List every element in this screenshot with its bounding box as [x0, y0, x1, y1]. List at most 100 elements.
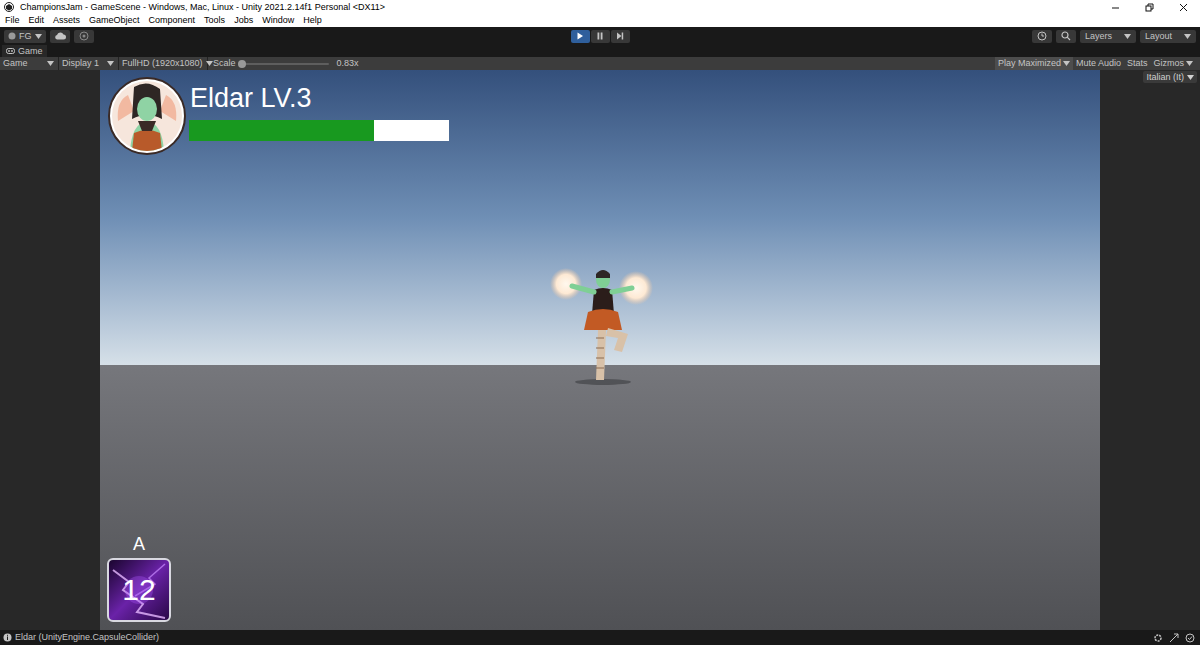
letterbox-left	[0, 70, 100, 630]
skill-cooldown: 12	[122, 575, 155, 605]
caret-icon	[1187, 75, 1194, 80]
cloud-button[interactable]	[50, 30, 70, 43]
tab-label: Game	[18, 47, 43, 56]
display-dropdown-label: Display 1	[62, 59, 99, 68]
portrait-image-icon	[112, 81, 182, 151]
scale-slider-knob[interactable]	[238, 60, 246, 68]
account-label: FG	[19, 32, 32, 41]
status-message: Eldar (UnityEngine.CapsuleCollider)	[15, 633, 159, 642]
ground	[100, 365, 1100, 630]
caret-icon	[47, 61, 54, 66]
health-bar-fill	[189, 120, 374, 141]
playback-button[interactable]	[611, 30, 630, 43]
layers-label: Layers	[1085, 32, 1112, 41]
layers-dropdown[interactable]: Layers	[1080, 30, 1136, 43]
tab-strip: Game	[0, 45, 1200, 57]
view-dropdown[interactable]: Game	[3, 57, 59, 70]
caret-icon	[107, 61, 114, 66]
playback-button[interactable]	[591, 30, 610, 43]
check-icon	[1185, 633, 1195, 643]
player-portrait	[108, 77, 186, 155]
menu-item[interactable]: GameObject	[89, 16, 140, 25]
layout-dropdown[interactable]: Layout	[1140, 30, 1196, 43]
menu-item[interactable]: Assets	[53, 16, 80, 25]
collab-button[interactable]	[74, 30, 94, 43]
skill-bar: A 12	[107, 534, 171, 622]
menu-item[interactable]: Window	[262, 16, 294, 25]
toggle-button[interactable]: Play Maximized	[995, 57, 1073, 70]
toggle-button[interactable]: Gizmos	[1150, 57, 1196, 70]
player-name: Eldar LV.3	[190, 84, 312, 114]
playback-button[interactable]	[571, 30, 590, 43]
pause-icon	[596, 32, 604, 40]
game-toolbar: Game Display 1 FullHD (1920x1080) Scale 0.83…	[0, 57, 1200, 70]
toggle-label: Stats	[1127, 59, 1148, 68]
caret-icon	[1124, 34, 1131, 39]
resolution-dropdown[interactable]: FullHD (1920x1080)	[119, 57, 208, 70]
menu-item[interactable]: Tools	[204, 16, 225, 25]
search-icon	[1061, 31, 1071, 41]
toggle-label: Mute Audio	[1076, 59, 1121, 68]
letterbox-right: Italian (It)	[1100, 70, 1200, 630]
account-dropdown[interactable]: FG	[4, 30, 46, 43]
history-icon	[1037, 31, 1047, 41]
caret-icon	[1186, 61, 1193, 66]
gamepad-icon	[6, 48, 15, 54]
step-icon	[616, 32, 624, 40]
toolbar-right: Layers Layout	[630, 30, 1197, 43]
caret-icon	[206, 61, 213, 66]
tab[interactable]: Game	[2, 45, 47, 57]
language-dropdown[interactable]: Italian (It)	[1143, 71, 1197, 83]
progress-icon	[1153, 633, 1163, 643]
status-icons	[1153, 633, 1197, 643]
layout-label: Layout	[1145, 32, 1172, 41]
info-icon	[3, 633, 12, 642]
search-button[interactable]	[1056, 30, 1076, 43]
game-area: Eldar LV.3 A 12 Italian (It)	[0, 70, 1200, 630]
main-toolbar: FG Layers Layout	[0, 27, 1200, 45]
close-icon	[1166, 0, 1200, 14]
playback-controls	[571, 30, 630, 43]
scale-label: Scale	[213, 59, 236, 68]
menu-item[interactable]: Help	[303, 16, 322, 25]
minimize-icon	[1098, 0, 1132, 14]
menu-item[interactable]: Component	[149, 16, 196, 25]
game-viewport: Eldar LV.3 A 12	[100, 70, 1100, 630]
skill-key: A	[133, 534, 145, 558]
caret-icon	[35, 34, 42, 39]
account-icon	[8, 32, 16, 40]
skill-slot: A 12	[107, 534, 171, 622]
play-icon	[576, 32, 584, 40]
language-label: Italian (It)	[1146, 73, 1184, 82]
caret-icon	[1184, 34, 1191, 39]
resolution-dropdown-label: FullHD (1920x1080)	[122, 59, 203, 68]
window-controls	[1098, 0, 1200, 14]
status-bar: Eldar (UnityEngine.CapsuleCollider)	[0, 630, 1200, 645]
scale-reading: 0.83x	[334, 59, 359, 68]
menu-bar: File Edit Assets GameObject Component Tools Jo…	[0, 14, 1200, 27]
toggle-button[interactable]: Stats	[1124, 57, 1151, 70]
window-title: ChampionsJam - GameScene - Windows, Mac,…	[20, 3, 385, 12]
toolbar-left: FG	[4, 30, 571, 43]
debug-icon	[1169, 633, 1179, 643]
toggle-label: Play Maximized	[998, 59, 1061, 68]
menu-item[interactable]: File	[5, 16, 20, 25]
unity-logo-icon	[4, 2, 16, 12]
title-bar: ChampionsJam - GameScene - Windows, Mac,…	[0, 0, 1200, 14]
collab-icon	[79, 31, 89, 41]
undo-history-button[interactable]	[1032, 30, 1052, 43]
scale-control: Scale 0.83x	[208, 59, 359, 68]
caret-icon	[1063, 61, 1070, 66]
menu-item[interactable]: Edit	[29, 16, 45, 25]
toggle-button[interactable]: Mute Audio	[1073, 57, 1124, 70]
display-dropdown[interactable]: Display 1	[59, 57, 119, 70]
toggle-label: Gizmos	[1153, 59, 1184, 68]
cloud-icon	[54, 32, 66, 40]
menu-item[interactable]: Jobs	[234, 16, 253, 25]
scale-slider-track[interactable]	[241, 63, 329, 65]
character-figure-icon	[548, 268, 658, 388]
health-bar-track	[189, 120, 449, 141]
skill-button[interactable]: 12	[107, 558, 171, 622]
restore-icon	[1132, 0, 1166, 14]
view-dropdown-label: Game	[3, 59, 28, 68]
